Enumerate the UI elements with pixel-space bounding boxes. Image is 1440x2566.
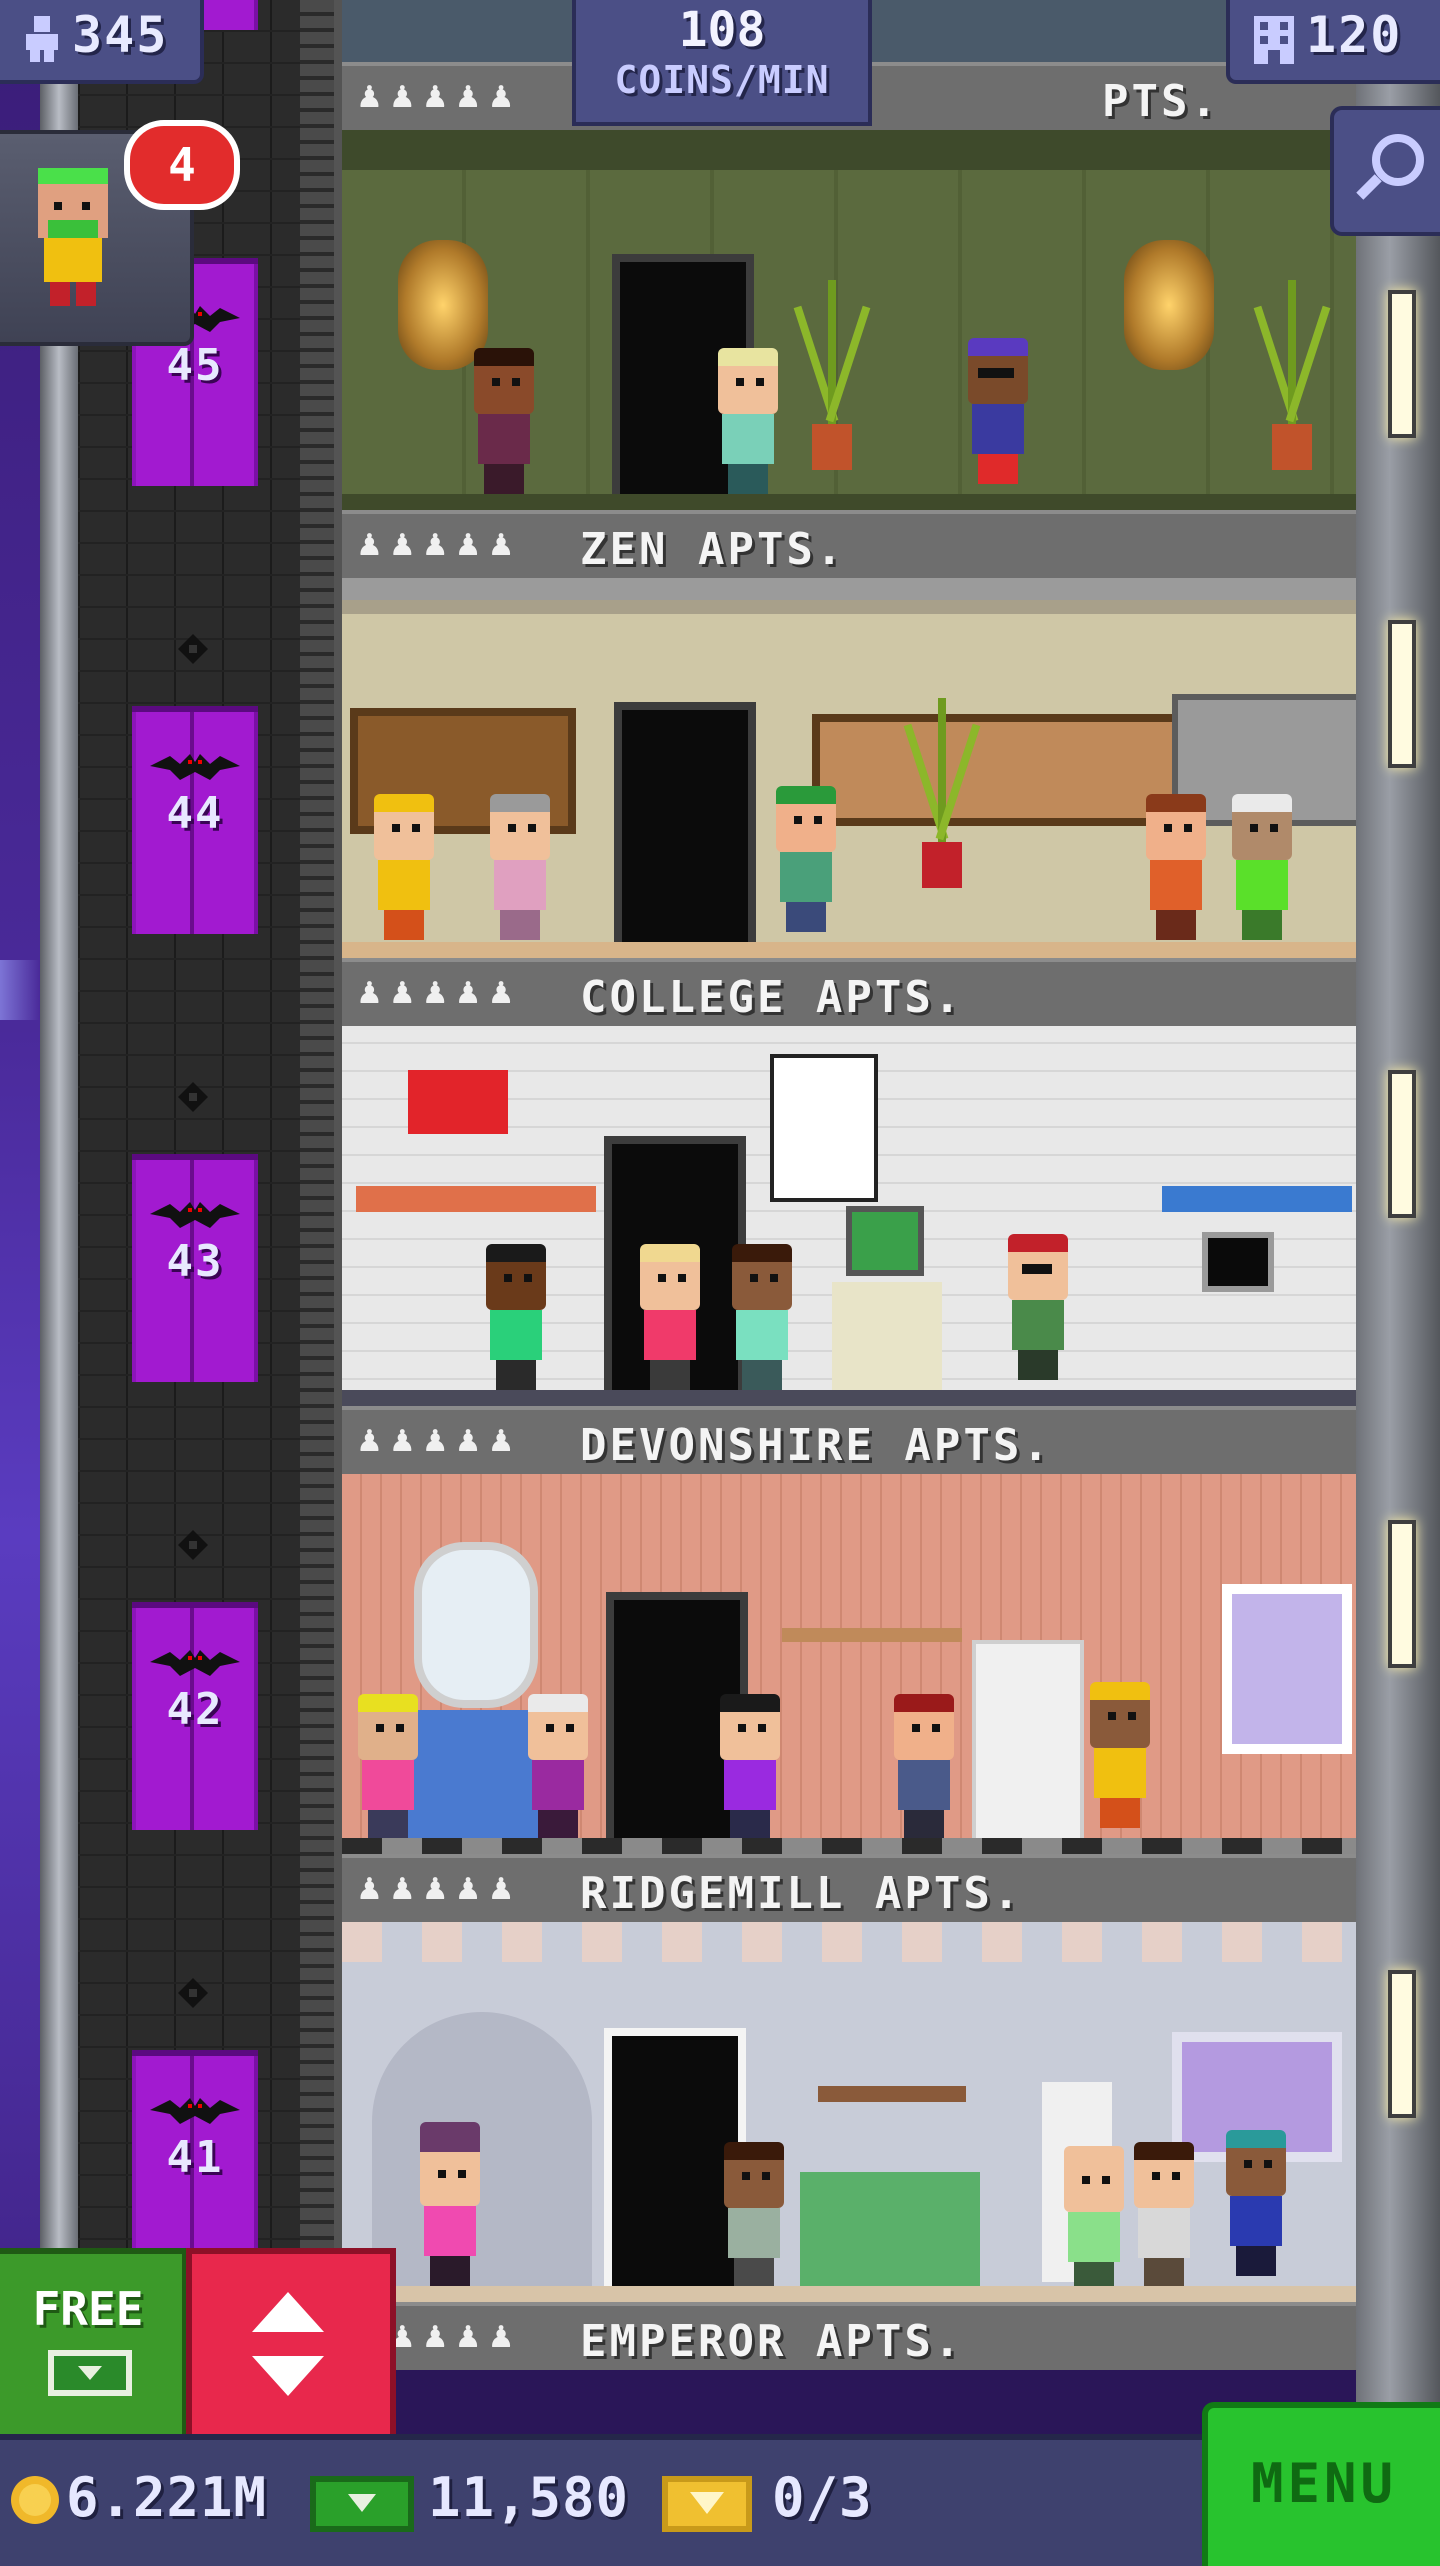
floor-devonshire-apts[interactable]: ♟♟♟♟♟ DEVONSHIRE APTS. xyxy=(342,1026,1356,1474)
building-edge xyxy=(40,0,78,2560)
resident[interactable] xyxy=(1128,2142,1200,2288)
resident[interactable] xyxy=(1220,2130,1292,2276)
search-button[interactable] xyxy=(1330,106,1440,236)
bat-icon xyxy=(150,1650,240,1676)
up-down-arrows-icon xyxy=(252,2292,324,2396)
resident[interactable] xyxy=(368,794,440,940)
resident[interactable] xyxy=(414,2122,486,2286)
elevator-floor-number: 45 xyxy=(166,340,224,391)
building-icon xyxy=(1254,16,1294,64)
resident[interactable] xyxy=(480,1244,552,1390)
floor-name: COLLEGE APTS. xyxy=(580,972,964,1023)
residents-indicator: ♟♟♟♟♟ xyxy=(356,528,521,563)
floor-emperor-apts[interactable]: ♟♟♟♟♟ EMPEROR APTS. xyxy=(342,1922,1356,2370)
resident[interactable] xyxy=(770,786,842,932)
lamp-icon xyxy=(178,634,208,664)
elevator-floor-number: 43 xyxy=(166,1236,224,1287)
floor-zen-apts[interactable]: ♟♟♟♟♟ ZEN APTS. xyxy=(342,130,1356,578)
resident[interactable] xyxy=(1140,794,1212,940)
floor-counter[interactable]: 120 xyxy=(1226,0,1440,84)
floor-name: ZEN APTS. xyxy=(580,524,846,575)
resident[interactable] xyxy=(352,1694,424,1840)
population-counter[interactable]: 345 xyxy=(0,0,204,84)
floor-name: DEVONSHIRE APTS. xyxy=(580,1420,1052,1471)
bux-icon xyxy=(48,2350,132,2396)
lamp-icon xyxy=(178,1530,208,1560)
bux-icon xyxy=(310,2476,414,2532)
residents-indicator: ♟♟♟♟♟ xyxy=(356,1424,521,1459)
resident[interactable] xyxy=(712,348,784,494)
magnifier-icon xyxy=(1356,134,1424,200)
resident[interactable] xyxy=(726,1244,798,1390)
floor-name: PTS. xyxy=(1102,76,1220,127)
resident[interactable] xyxy=(1058,2146,1130,2292)
floor-name: EMPEROR APTS. xyxy=(580,2316,964,2367)
floor-count-value: 120 xyxy=(1306,6,1403,64)
bux-value: 11,580 xyxy=(428,2466,630,2529)
ticket-icon xyxy=(662,2476,752,2532)
coins-value: 6.221M xyxy=(66,2466,268,2529)
residents-indicator: ♟♟♟♟♟ xyxy=(356,1872,521,1907)
elevator-floor-number: 44 xyxy=(166,788,224,839)
resident[interactable] xyxy=(888,1694,960,1840)
population-value: 345 xyxy=(72,6,169,64)
bat-icon xyxy=(150,754,240,780)
tickets-value: 0/3 xyxy=(772,2466,873,2529)
residents-indicator: ♟♟♟♟♟ xyxy=(356,976,521,1011)
resident[interactable] xyxy=(634,1244,706,1390)
bat-icon xyxy=(150,1202,240,1228)
free-bux-button[interactable]: FREE xyxy=(0,2248,188,2446)
coin-icon xyxy=(11,2476,59,2524)
resident[interactable] xyxy=(1226,794,1298,940)
floor-ridgemill-apts[interactable]: ♟♟♟♟♟ RIDGEMILL APTS. xyxy=(342,1474,1356,1922)
coins-per-minute: 108 COINS/MIN xyxy=(572,0,872,126)
person-icon xyxy=(26,16,58,62)
lamp-icon xyxy=(178,1978,208,2008)
visitor-avatar xyxy=(38,168,108,306)
residents-indicator: ♟♟♟♟♟ xyxy=(356,80,521,115)
floor-name: RIDGEMILL APTS. xyxy=(580,1868,1023,1919)
resident[interactable] xyxy=(718,2142,790,2288)
lamp-icon xyxy=(178,1082,208,1112)
resident[interactable] xyxy=(468,348,540,494)
resident[interactable] xyxy=(522,1694,594,1840)
bat-icon xyxy=(150,2098,240,2124)
resident[interactable] xyxy=(962,338,1034,484)
resident[interactable] xyxy=(484,794,556,940)
resident[interactable] xyxy=(714,1694,786,1840)
night-sky xyxy=(0,0,40,2560)
resident[interactable] xyxy=(1002,1234,1074,1380)
elevator-rail xyxy=(300,0,334,2560)
elevator-floor-number: 42 xyxy=(166,1684,224,1735)
menu-button[interactable]: MENU xyxy=(1202,2402,1440,2566)
elevator-button[interactable] xyxy=(186,2248,396,2446)
floor-college-apts[interactable]: ♟♟♟♟♟ COLLEGE APTS. xyxy=(342,578,1356,1026)
elevator-floor-number: 41 xyxy=(166,2132,224,2183)
visitor-count-badge: 4 xyxy=(124,120,240,210)
resident[interactable] xyxy=(1084,1682,1156,1828)
